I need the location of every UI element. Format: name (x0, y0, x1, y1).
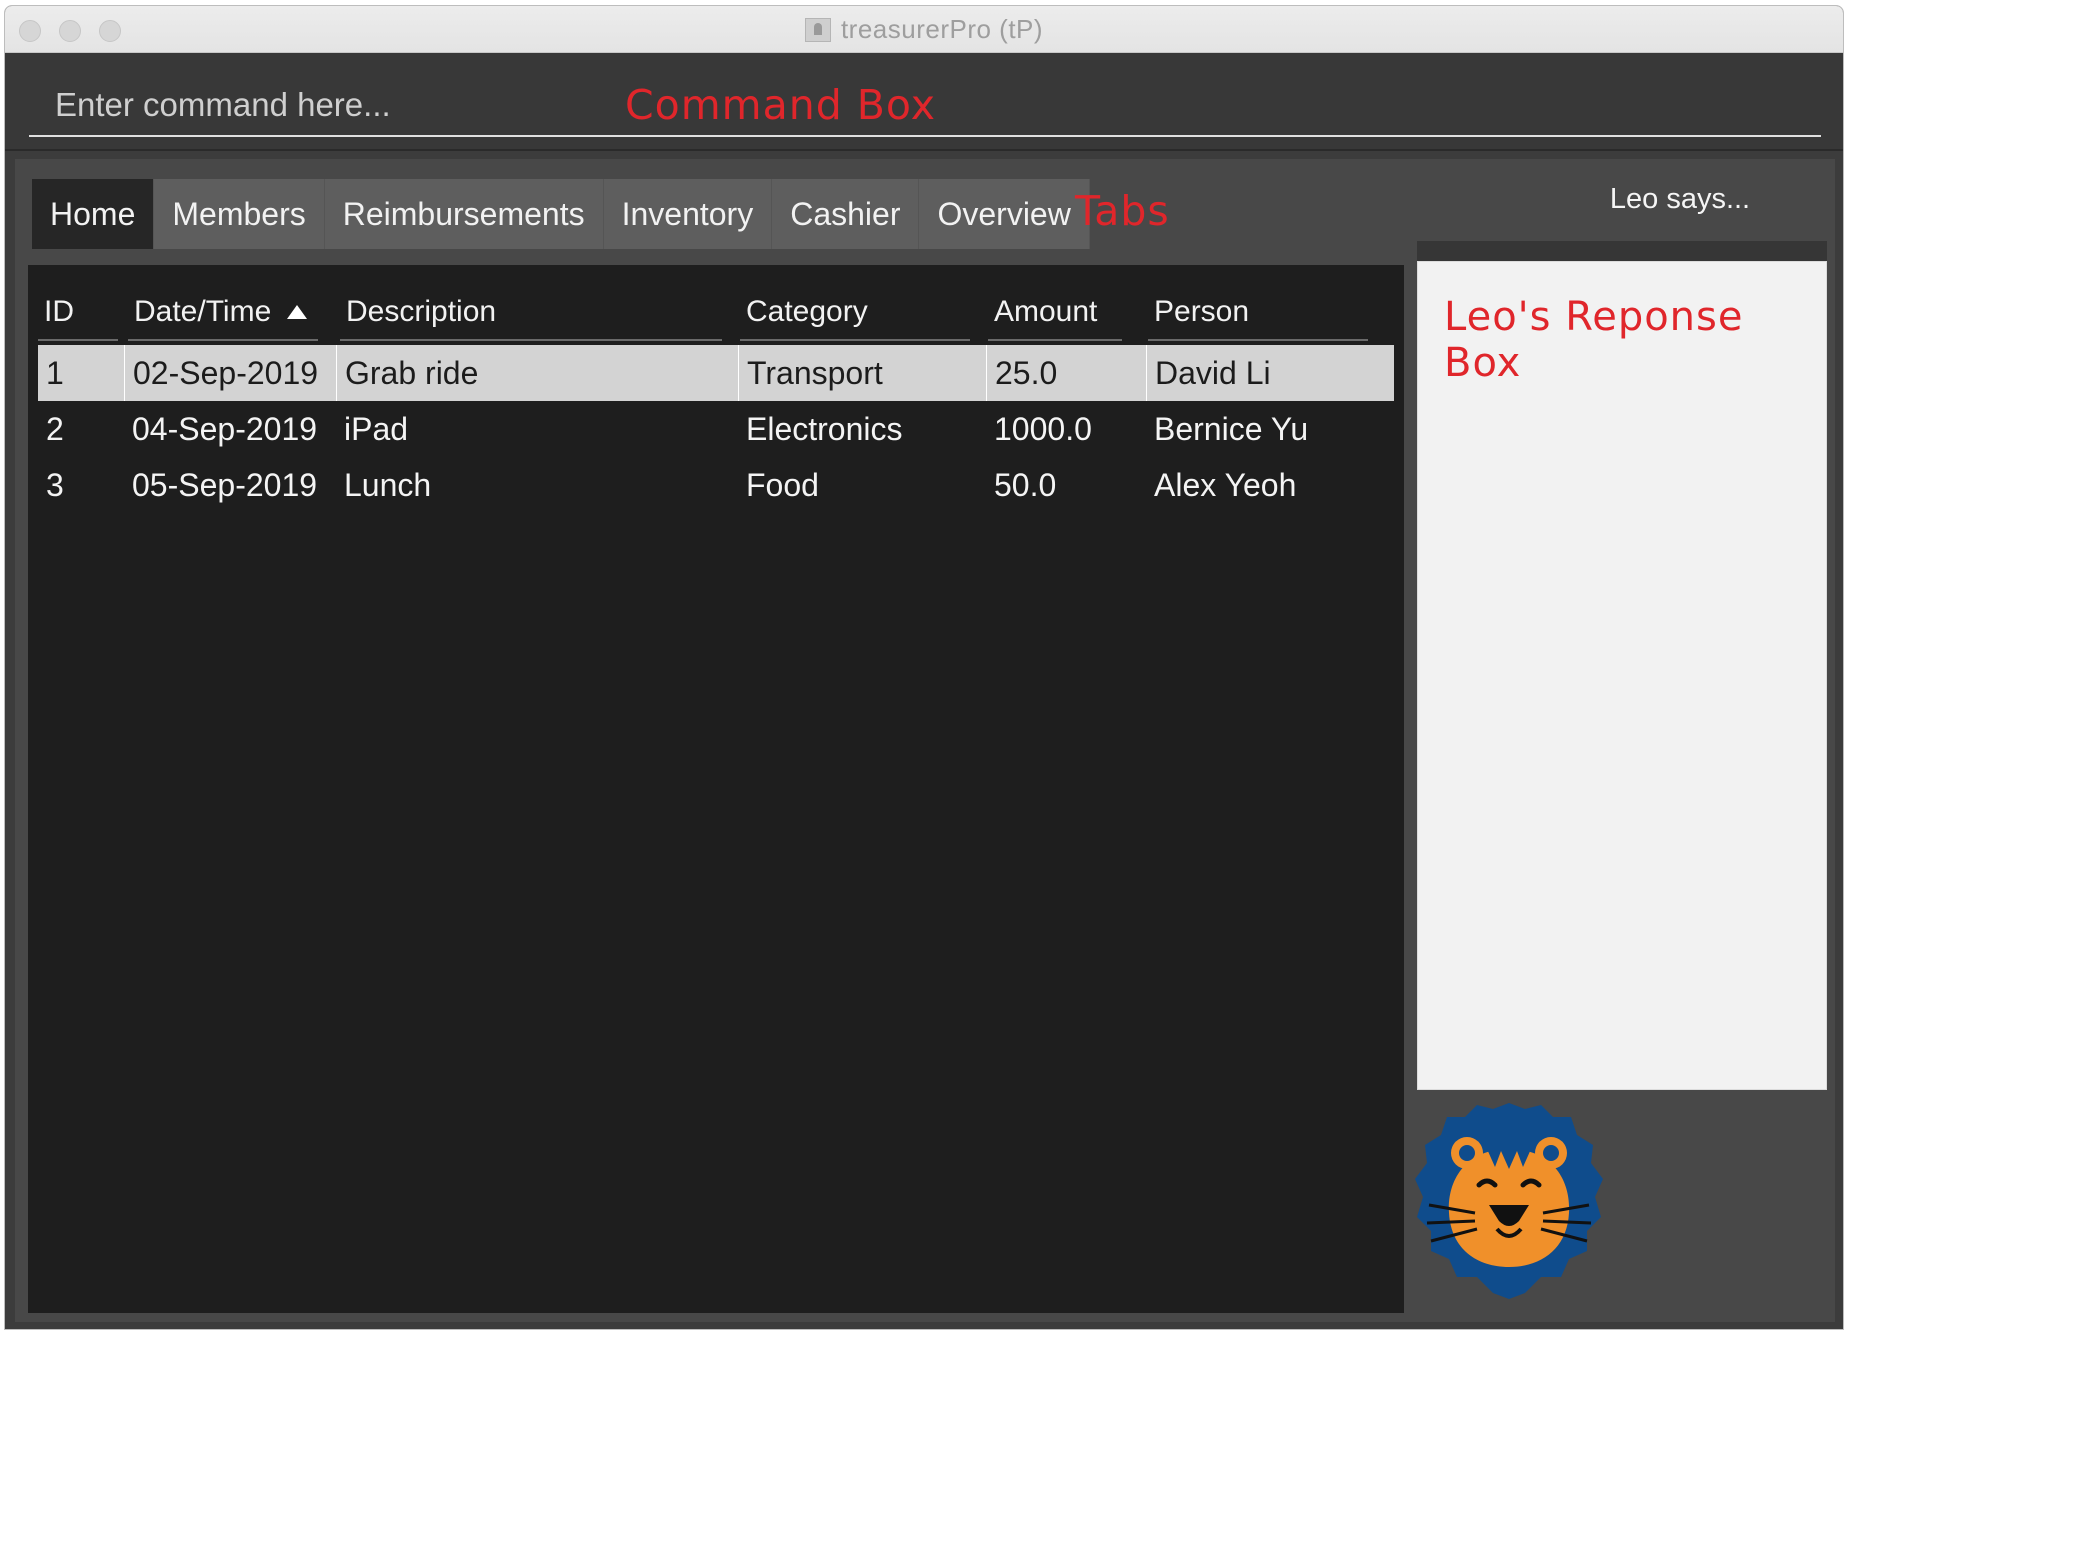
cell-description: iPad (344, 410, 409, 447)
cell-id: 3 (46, 466, 64, 503)
column-header-id[interactable]: ID (38, 285, 118, 341)
tab-members[interactable]: Members (154, 179, 325, 249)
app-window: treasurerPro (tP) Command Box Home Membe… (4, 5, 1844, 1330)
column-header-label: Date/Time (134, 295, 272, 328)
table-header: ID Date/Time Description Category Amount… (28, 285, 1404, 343)
tab-home[interactable]: Home (32, 179, 155, 249)
cell-person: Bernice Yu (1154, 410, 1309, 447)
tab-reimbursements[interactable]: Reimbursements (324, 179, 604, 249)
cell-amount: 1000.0 (994, 410, 1092, 447)
tab-label: Inventory (621, 195, 754, 232)
command-box-annotation: Command Box (625, 81, 936, 129)
window-title: treasurerPro (tP) (840, 14, 1044, 44)
cell-amount: 50.0 (994, 466, 1057, 503)
leo-box-header (1417, 241, 1827, 261)
cell-category: Food (746, 466, 819, 503)
tab-label: Home (50, 195, 136, 232)
column-header-person[interactable]: Person (1148, 285, 1368, 341)
cell-person: David Li (1146, 345, 1394, 401)
tab-overview[interactable]: Overview (919, 179, 1090, 249)
column-header-description[interactable]: Description (340, 285, 722, 341)
cell-category: Transport (738, 345, 986, 401)
cell-id: 2 (46, 410, 64, 447)
tab-label: Reimbursements (342, 195, 585, 232)
app-document-icon (804, 17, 831, 42)
cell-category: Electronics (746, 410, 903, 447)
tab-bar: Home Members Reimbursements Inventory Ca… (32, 179, 1090, 249)
leo-says-label: Leo says... (1609, 183, 1751, 215)
column-header-amount[interactable]: Amount (988, 285, 1122, 341)
column-header-label: Category (746, 295, 868, 328)
table-row[interactable]: 2 04-Sep-2019 iPad Electronics 1000.0 Be… (38, 401, 1394, 457)
tab-inventory[interactable]: Inventory (603, 179, 773, 249)
table-row[interactable]: 3 05-Sep-2019 Lunch Food 50.0 Alex Yeoh (38, 457, 1394, 513)
lion-mascot-icon (1415, 1103, 1603, 1299)
command-area: Command Box (5, 53, 1843, 151)
cell-id: 1 (46, 354, 64, 391)
main-area: Home Members Reimbursements Inventory Ca… (15, 159, 1835, 1322)
tabs-annotation: Tabs (1075, 187, 1170, 235)
column-header-label: Person (1154, 295, 1250, 328)
column-header-category[interactable]: Category (740, 285, 970, 341)
tab-label: Overview (937, 195, 1071, 232)
cell-datetime: 02-Sep-2019 (124, 345, 336, 401)
tab-label: Members (172, 195, 306, 232)
leo-response-annotation: Leo's Reponse Box (1444, 294, 1744, 386)
sort-ascending-icon (287, 305, 308, 319)
table-row[interactable]: 1 02-Sep-2019 Grab ride Transport 25.0 D… (38, 345, 1394, 401)
cell-datetime: 04-Sep-2019 (132, 410, 318, 447)
cell-description: Lunch (344, 466, 432, 503)
column-header-label: ID (44, 295, 74, 328)
column-header-label: Amount (994, 295, 1098, 328)
tab-cashier[interactable]: Cashier (772, 179, 920, 249)
title-bar: treasurerPro (tP) (5, 6, 1843, 53)
column-header-datetime[interactable]: Date/Time (128, 285, 318, 341)
column-header-label: Description (346, 295, 497, 328)
tab-label: Cashier (790, 195, 901, 232)
cell-amount: 25.0 (986, 345, 1146, 401)
transactions-table: ID Date/Time Description Category Amount… (28, 265, 1404, 1313)
cell-datetime: 05-Sep-2019 (132, 466, 318, 503)
cell-person: Alex Yeoh (1154, 466, 1297, 503)
window-title-group: treasurerPro (tP) (5, 6, 1843, 53)
cell-description: Grab ride (336, 345, 738, 401)
leo-response-box[interactable]: Leo's Reponse Box (1417, 261, 1827, 1090)
